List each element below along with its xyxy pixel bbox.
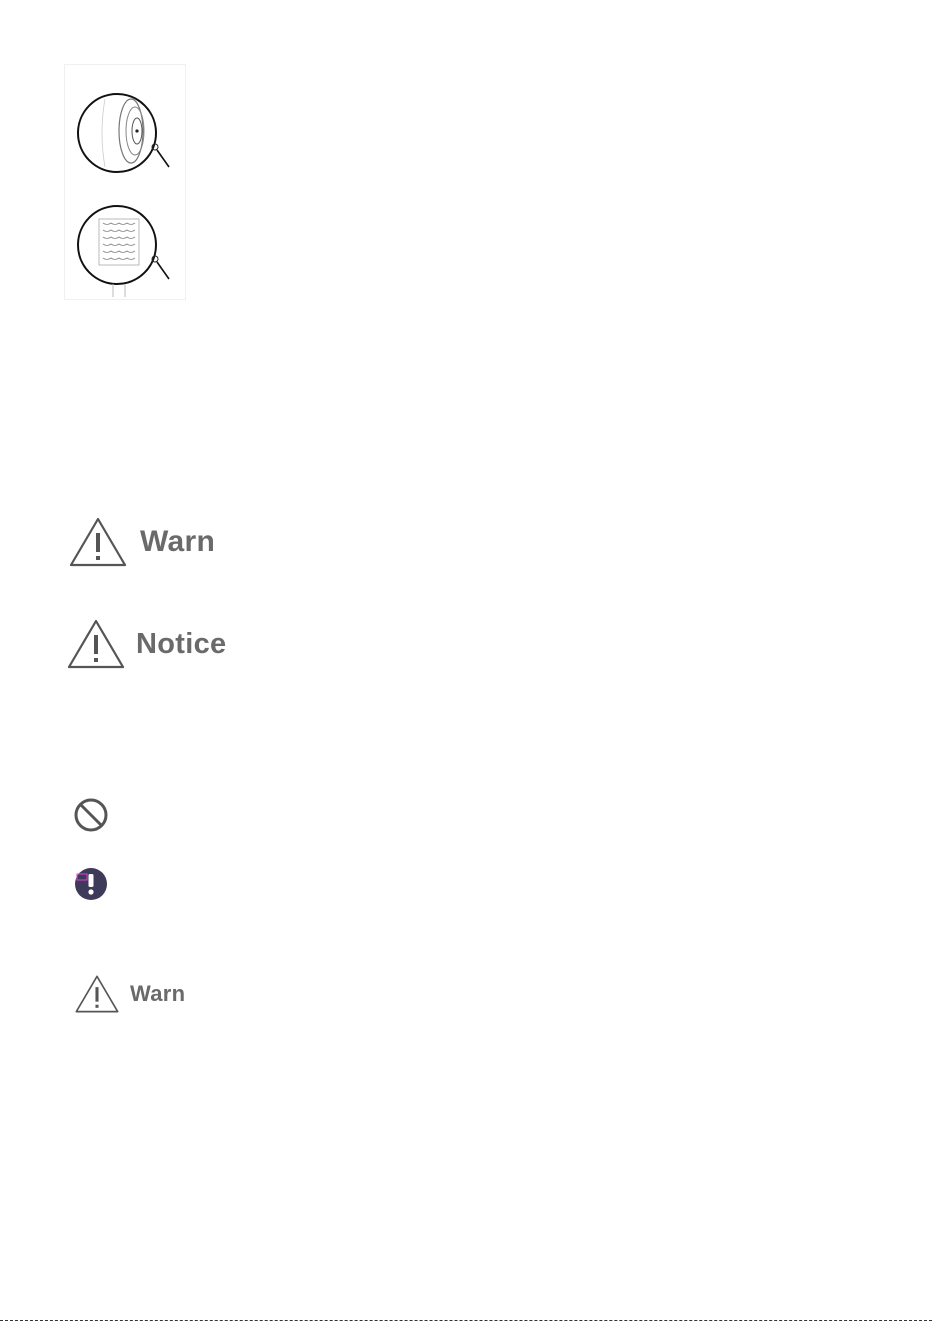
warning-triangle-icon	[75, 975, 119, 1013]
warn-label: Warn	[140, 525, 216, 558]
roller-brush-icon	[77, 205, 170, 297]
warn-sign: Warn	[68, 516, 215, 568]
warn-small-label: Warn	[130, 981, 186, 1006]
illustration-panel	[64, 64, 186, 300]
page-bottom-border	[0, 1320, 932, 1321]
notice-sign: Notice	[66, 618, 226, 670]
notice-label: Notice	[136, 627, 227, 660]
wheel-side-icon	[77, 93, 170, 173]
mandatory-exclamation-icon	[75, 868, 107, 900]
warning-triangle-icon	[67, 619, 125, 669]
warn-sign-small: Warn	[74, 974, 185, 1014]
warning-triangle-icon	[69, 517, 127, 567]
prohibited-icon	[74, 798, 108, 832]
